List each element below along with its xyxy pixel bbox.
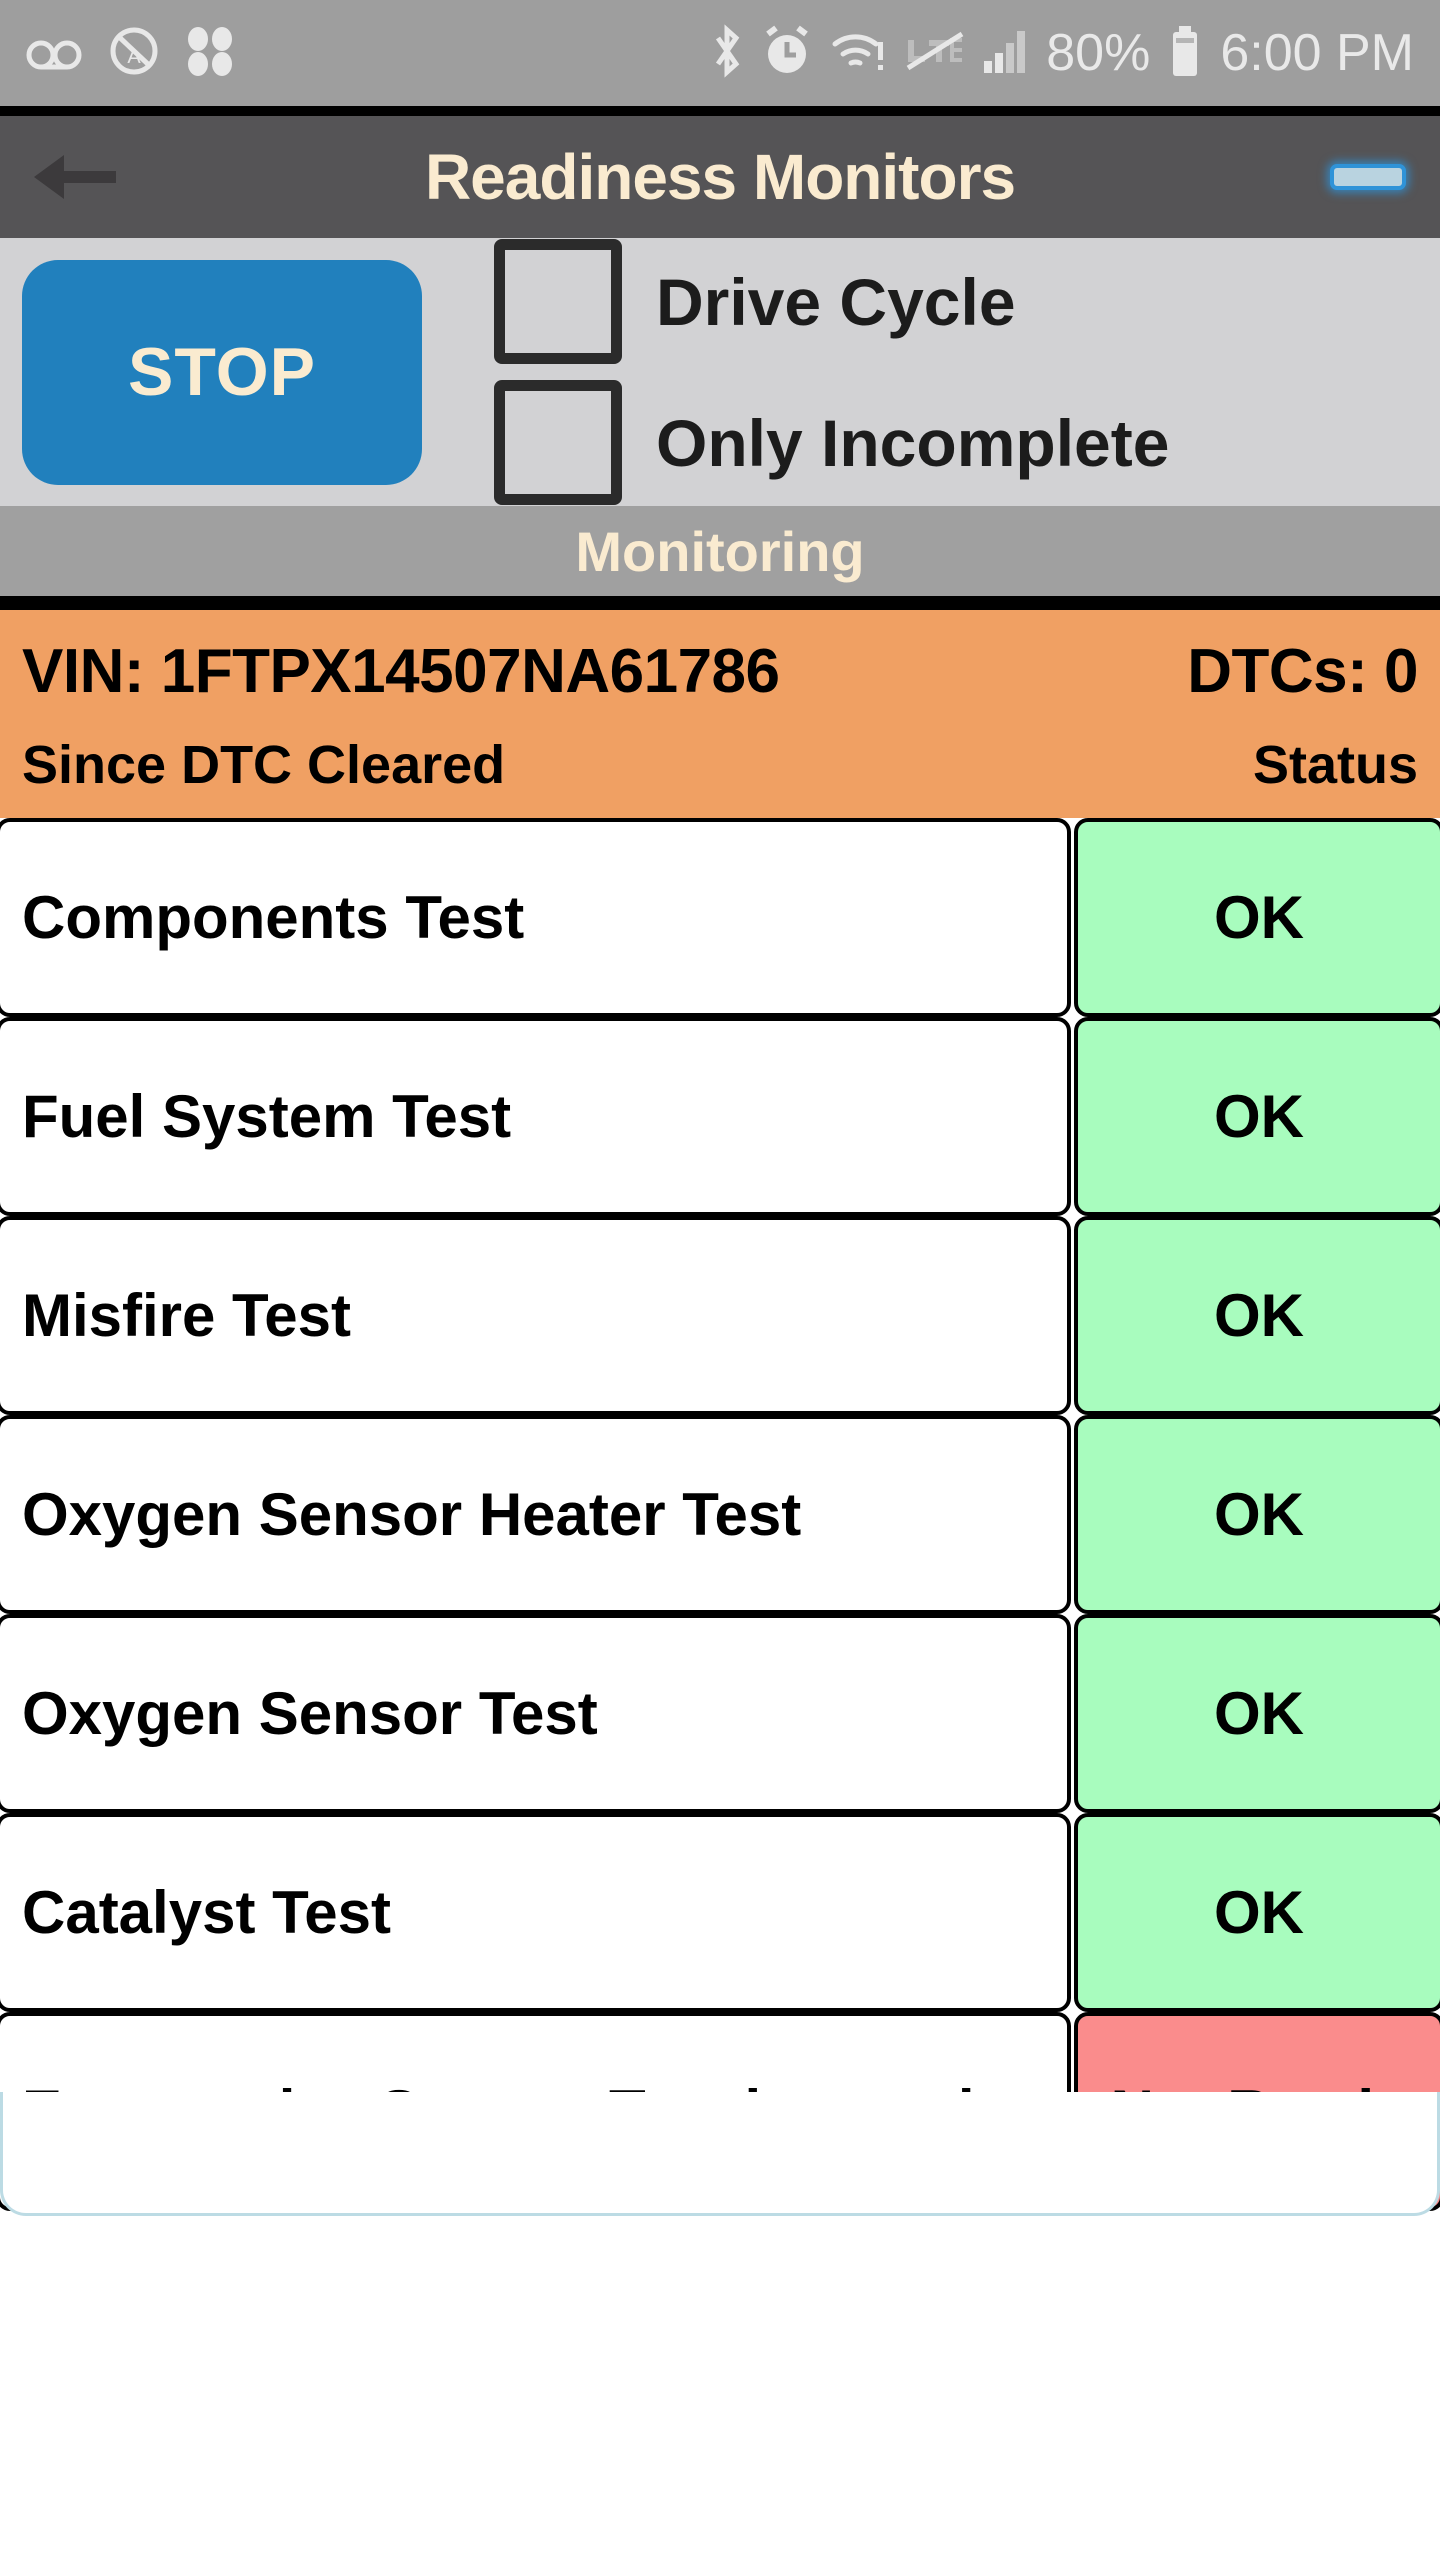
battery-percent-label: 80% (1046, 24, 1151, 82)
monitor-status-cell: OK (1074, 1813, 1440, 2012)
system-status-bar: A 80% 6:00 PM (0, 0, 1440, 106)
wifi-warning-icon (830, 26, 886, 81)
table-row[interactable]: Misfire Test OK (0, 1216, 1440, 1415)
lte-off-icon (904, 28, 964, 79)
table-row[interactable]: Oxygen Sensor Heater Test OK (0, 1415, 1440, 1614)
status-bar-right-icons: 80% 6:00 PM (710, 23, 1414, 83)
section-divider-rule (0, 596, 1440, 610)
table-row[interactable]: Oxygen Sensor Test OK (0, 1614, 1440, 1813)
bottom-panel-edge (0, 2092, 1440, 2216)
only-incomplete-label: Only Incomplete (656, 405, 1170, 480)
monitor-rows-container: Components Test OK Fuel System Test OK Misfi… (0, 818, 1440, 2211)
monitor-name-cell: Oxygen Sensor Test (0, 1614, 1071, 1813)
voicemail-icon (26, 29, 82, 78)
drive-cycle-label: Drive Cycle (656, 264, 1016, 339)
status-column-header: Status (1252, 735, 1418, 796)
sound-auto-icon: A (108, 25, 160, 82)
vin-dtc-row: VIN: 1FTPX14507NA61786 DTCs: 0 (22, 636, 1418, 707)
checkbox-row-drive-cycle[interactable]: Drive Cycle (494, 239, 1169, 364)
monitor-name-cell: Misfire Test (0, 1216, 1071, 1415)
monitor-list: Components Test OK Fuel System Test OK Misfi… (0, 818, 1440, 2216)
vin-label: VIN: 1FTPX14507NA61786 (22, 636, 780, 706)
monitor-status-cell: OK (1074, 1415, 1440, 1614)
column-headers-row: Since DTC Cleared Status (22, 734, 1418, 796)
checkbox-group: Drive Cycle Only Incomplete (494, 239, 1169, 505)
checkbox-row-only-incomplete[interactable]: Only Incomplete (494, 380, 1169, 505)
controls-panel: STOP Drive Cycle Only Incomplete (0, 238, 1440, 506)
table-row[interactable]: Components Test OK (0, 818, 1440, 1017)
monitor-name-cell: Oxygen Sensor Heater Test (0, 1415, 1071, 1614)
status-bar-left-icons: A (26, 25, 234, 82)
monitor-name-cell: Fuel System Test (0, 1017, 1071, 1216)
dtc-count-label: DTCs: 0 (1187, 636, 1418, 706)
monitor-status-cell: OK (1074, 1017, 1440, 1216)
battery-icon (1168, 24, 1202, 83)
svg-text:A: A (127, 46, 141, 68)
statusbar-bottom-rule (0, 106, 1440, 116)
drive-cycle-checkbox[interactable] (494, 239, 622, 364)
vin-header: VIN: 1FTPX14507NA61786 DTCs: 0 Since DTC… (0, 610, 1440, 818)
monitor-status-cell: OK (1074, 818, 1440, 1017)
monitor-name-cell: Components Test (0, 818, 1071, 1017)
clock-label: 6:00 PM (1220, 24, 1414, 82)
app-title-bar: Readiness Monitors (0, 116, 1440, 238)
monitor-name-cell: Catalyst Test (0, 1813, 1071, 2012)
only-incomplete-checkbox[interactable] (494, 380, 622, 505)
back-arrow-icon[interactable] (34, 149, 124, 205)
apps-icon (186, 26, 234, 81)
since-dtc-cleared-header: Since DTC Cleared (22, 735, 506, 796)
alarm-icon (762, 24, 812, 83)
page-title: Readiness Monitors (424, 141, 1016, 213)
monitor-status-cell: OK (1074, 1614, 1440, 1813)
table-row[interactable]: Catalyst Test OK (0, 1813, 1440, 2012)
minimize-button[interactable] (1330, 164, 1406, 190)
stop-button[interactable]: STOP (22, 259, 422, 485)
table-row[interactable]: Fuel System Test OK (0, 1017, 1440, 1216)
signal-bars-icon (982, 27, 1028, 80)
monitor-status-cell: OK (1074, 1216, 1440, 1415)
monitoring-status-bar: Monitoring (0, 506, 1440, 596)
bluetooth-icon (710, 23, 744, 83)
